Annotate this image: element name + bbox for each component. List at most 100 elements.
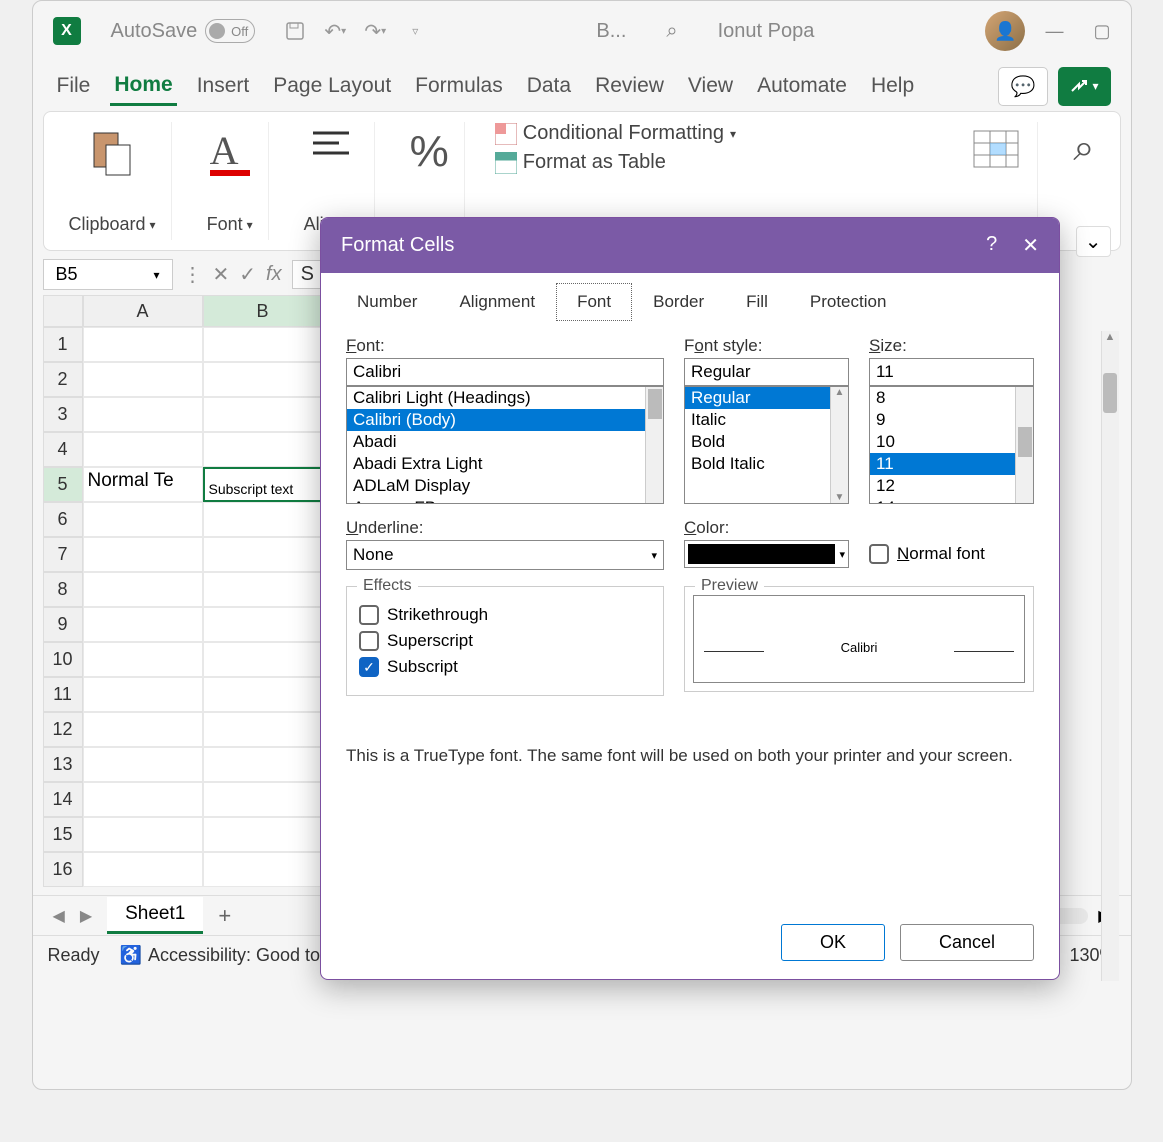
cell[interactable] xyxy=(203,572,323,607)
cell[interactable] xyxy=(203,607,323,642)
toggle-switch[interactable]: Off xyxy=(205,19,255,43)
subscript-checkbox[interactable]: ✓ Subscript xyxy=(359,657,651,677)
redo-icon[interactable]: ↷▾ xyxy=(363,19,387,43)
list-item[interactable]: Calibri (Body) xyxy=(347,409,663,431)
cell[interactable] xyxy=(203,852,323,887)
row-header[interactable]: 16 xyxy=(43,852,83,887)
cell[interactable] xyxy=(203,502,323,537)
list-item[interactable]: Bold Italic xyxy=(685,453,848,475)
search-icon[interactable]: ⌕ xyxy=(666,20,677,43)
cell[interactable] xyxy=(203,537,323,572)
select-all-corner[interactable] xyxy=(43,295,83,327)
row-header[interactable]: 13 xyxy=(43,747,83,782)
ribbon-collapse-button[interactable]: ⌄ xyxy=(1076,226,1111,257)
share-button[interactable]: ▾ xyxy=(1058,67,1110,106)
row-header[interactable]: 2 xyxy=(43,362,83,397)
cell[interactable] xyxy=(83,327,203,362)
list-item[interactable]: 10 xyxy=(870,431,1033,453)
superscript-checkbox[interactable]: Superscript xyxy=(359,631,651,651)
cell[interactable] xyxy=(203,747,323,782)
row-header[interactable]: 15 xyxy=(43,817,83,852)
cell[interactable] xyxy=(203,677,323,712)
cell[interactable] xyxy=(203,642,323,677)
list-item[interactable]: Abadi Extra Light xyxy=(347,453,663,475)
cell[interactable] xyxy=(83,502,203,537)
more-icon[interactable]: ⋮ xyxy=(183,262,203,287)
list-item[interactable]: Italic xyxy=(685,409,848,431)
dlg-tab-border[interactable]: Border xyxy=(632,283,725,321)
dialog-titlebar[interactable]: Format Cells ? ✕ xyxy=(321,218,1059,273)
normal-font-checkbox[interactable]: Normal font xyxy=(869,544,985,564)
tab-automate[interactable]: Automate xyxy=(753,68,851,104)
cell[interactable] xyxy=(83,397,203,432)
list-scrollbar[interactable]: ▲▼ xyxy=(830,387,848,503)
row-header[interactable]: 8 xyxy=(43,572,83,607)
row-header[interactable]: 12 xyxy=(43,712,83,747)
cancel-button[interactable]: Cancel xyxy=(900,924,1034,961)
list-item[interactable]: Bold xyxy=(685,431,848,453)
row-header[interactable]: 4 xyxy=(43,432,83,467)
list-item[interactable]: Calibri Light (Headings) xyxy=(347,387,663,409)
cell[interactable] xyxy=(203,362,323,397)
list-scrollbar[interactable] xyxy=(1015,387,1033,503)
conditional-formatting-button[interactable]: Conditional Formatting ▾ xyxy=(495,122,736,145)
tab-file[interactable]: File xyxy=(53,68,95,104)
font-input[interactable] xyxy=(346,358,664,386)
tab-home[interactable]: Home xyxy=(110,67,176,106)
cell[interactable] xyxy=(203,327,323,362)
minimize-icon[interactable]: — xyxy=(1045,21,1063,42)
cell[interactable] xyxy=(83,537,203,572)
tab-page-layout[interactable]: Page Layout xyxy=(269,68,395,104)
autosave-toggle[interactable]: AutoSave Off xyxy=(111,19,256,43)
list-scrollbar[interactable] xyxy=(645,387,663,503)
list-item[interactable]: Regular xyxy=(685,387,848,409)
size-input[interactable] xyxy=(869,358,1034,386)
list-item[interactable]: 14 xyxy=(870,497,1033,504)
vertical-scrollbar[interactable]: ▲ xyxy=(1101,331,1119,981)
cell[interactable] xyxy=(83,362,203,397)
close-icon[interactable]: ✕ xyxy=(1022,233,1039,258)
color-select[interactable]: ▾ xyxy=(684,540,849,568)
col-header-a[interactable]: A xyxy=(83,295,203,327)
row-header[interactable]: 14 xyxy=(43,782,83,817)
cell[interactable] xyxy=(203,782,323,817)
col-header-b[interactable]: B xyxy=(203,295,323,327)
cell[interactable] xyxy=(83,747,203,782)
row-header[interactable]: 7 xyxy=(43,537,83,572)
undo-icon[interactable]: ↶▾ xyxy=(323,19,347,43)
ok-button[interactable]: OK xyxy=(781,924,885,961)
list-item[interactable]: Agency FB xyxy=(347,497,663,504)
accessibility-status[interactable]: ♿ Accessibility: Good to go xyxy=(120,945,346,966)
tab-insert[interactable]: Insert xyxy=(193,68,254,104)
group-clipboard[interactable]: Clipboard▾ xyxy=(54,122,172,240)
sheet-tab[interactable]: Sheet1 xyxy=(107,897,203,934)
cell[interactable] xyxy=(83,642,203,677)
cell[interactable] xyxy=(203,432,323,467)
maximize-icon[interactable]: ▢ xyxy=(1093,21,1110,42)
list-item[interactable]: 8 xyxy=(870,387,1033,409)
help-icon[interactable]: ? xyxy=(986,233,997,258)
dlg-tab-fill[interactable]: Fill xyxy=(725,283,789,321)
font-style-input[interactable] xyxy=(684,358,849,386)
strikethrough-checkbox[interactable]: Strikethrough xyxy=(359,605,651,625)
cell[interactable] xyxy=(203,817,323,852)
cell[interactable] xyxy=(83,572,203,607)
group-font[interactable]: A Font▾ xyxy=(192,122,269,240)
font-style-list[interactable]: Regular Italic Bold Bold Italic ▲▼ xyxy=(684,386,849,504)
format-as-table-button[interactable]: Format as Table xyxy=(495,151,666,174)
dlg-tab-alignment[interactable]: Alignment xyxy=(438,283,556,321)
sheet-next-icon[interactable]: ▶ xyxy=(80,906,92,926)
dlg-tab-protection[interactable]: Protection xyxy=(789,283,908,321)
tab-formulas[interactable]: Formulas xyxy=(411,68,507,104)
cell[interactable] xyxy=(83,712,203,747)
enter-icon[interactable]: ✓ xyxy=(239,262,256,287)
cell[interactable] xyxy=(83,607,203,642)
formula-content[interactable]: S xyxy=(292,260,323,289)
save-icon[interactable] xyxy=(283,19,307,43)
comments-button[interactable]: 💬 xyxy=(998,67,1049,106)
list-item[interactable]: 9 xyxy=(870,409,1033,431)
cell[interactable] xyxy=(203,397,323,432)
cell[interactable] xyxy=(83,852,203,887)
underline-select[interactable]: None ▾ xyxy=(346,540,664,570)
list-item[interactable]: Abadi xyxy=(347,431,663,453)
